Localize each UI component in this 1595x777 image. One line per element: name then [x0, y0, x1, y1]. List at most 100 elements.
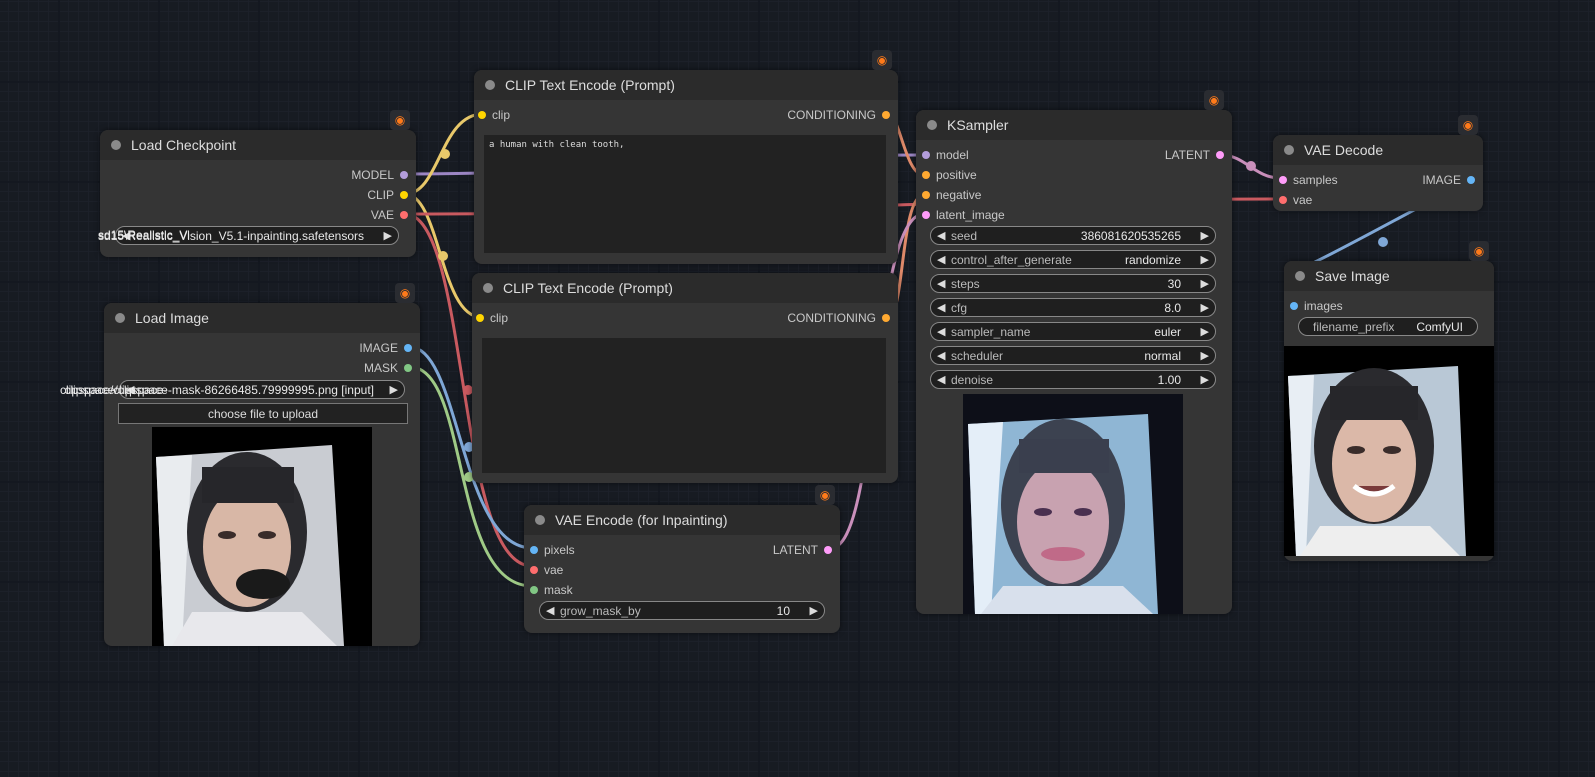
node-clip-text-encode-negative[interactable]: CLIP Text Encode (Prompt) clip CONDITION… [472, 273, 898, 483]
arrow-right-icon[interactable]: ▶ [384, 229, 392, 242]
collapse-dot-icon[interactable] [485, 80, 495, 90]
slot-dot-icon[interactable] [404, 344, 412, 352]
sampler-name-combo[interactable]: ◀ sampler_name euler ▶ [930, 322, 1216, 341]
input-negative[interactable]: negative [922, 187, 981, 203]
arrow-right-icon[interactable]: ▶ [1201, 253, 1209, 266]
slot-dot-icon[interactable] [922, 211, 930, 219]
input-pixels[interactable]: pixels [530, 542, 575, 558]
photo-portrait-icon [156, 445, 344, 646]
steps-number[interactable]: ◀ steps 30 ▶ [930, 274, 1216, 293]
collapse-dot-icon[interactable] [1284, 145, 1294, 155]
node-header[interactable]: Load Image [104, 303, 420, 333]
input-vae[interactable]: vae [530, 562, 563, 578]
input-samples[interactable]: samples [1279, 172, 1338, 188]
input-images[interactable]: images [1290, 298, 1343, 314]
arrow-left-icon[interactable]: ◀ [937, 349, 945, 362]
node-header[interactable]: CLIP Text Encode (Prompt) [472, 273, 898, 303]
arrow-right-icon[interactable]: ▶ [1201, 373, 1209, 386]
slot-dot-icon[interactable] [476, 314, 484, 322]
slot-dot-icon[interactable] [530, 566, 538, 574]
collapse-dot-icon[interactable] [535, 515, 545, 525]
slot-dot-icon[interactable] [922, 191, 930, 199]
output-latent[interactable]: LATENT [773, 542, 832, 558]
arrow-left-icon[interactable]: ◀ [546, 604, 554, 617]
collapse-dot-icon[interactable] [1295, 271, 1305, 281]
scheduler-combo[interactable]: ◀ scheduler normal ▶ [930, 346, 1216, 365]
output-latent[interactable]: LATENT [1165, 147, 1224, 163]
arrow-right-icon[interactable]: ▶ [810, 604, 818, 617]
input-clip[interactable]: clip [476, 310, 508, 326]
output-mask[interactable]: MASK [364, 360, 412, 376]
arrow-left-icon[interactable]: ◀ [937, 325, 945, 338]
arrow-right-icon[interactable]: ▶ [1201, 301, 1209, 314]
filename-prefix-text[interactable]: filename_prefix ComfyUI [1298, 317, 1478, 336]
collapse-dot-icon[interactable] [483, 283, 493, 293]
negative-prompt-textarea[interactable] [482, 338, 886, 473]
slot-dot-icon[interactable] [404, 364, 412, 372]
output-conditioning[interactable]: CONDITIONING [787, 310, 890, 326]
output-image[interactable]: IMAGE [1422, 172, 1475, 188]
slot-dot-icon[interactable] [882, 314, 890, 322]
collapse-dot-icon[interactable] [111, 140, 121, 150]
arrow-left-icon[interactable]: ◀ [937, 373, 945, 386]
slot-dot-icon[interactable] [1467, 176, 1475, 184]
node-clip-text-encode-positive[interactable]: CLIP Text Encode (Prompt) clip CONDITION… [474, 70, 898, 264]
fox-badge-icon: ◉ [395, 283, 415, 303]
denoise-number[interactable]: ◀ denoise 1.00 ▶ [930, 370, 1216, 389]
node-header[interactable]: CLIP Text Encode (Prompt) [474, 70, 898, 100]
slot-dot-icon[interactable] [1279, 196, 1287, 204]
arrow-left-icon[interactable]: ◀ [937, 301, 945, 314]
slot-dot-icon[interactable] [400, 211, 408, 219]
slot-dot-icon[interactable] [922, 151, 930, 159]
input-model[interactable]: model [922, 147, 969, 163]
arrow-left-icon[interactable]: ◀ [937, 229, 945, 242]
node-vae-decode[interactable]: VAE Decode samples vae IMAGE [1273, 135, 1483, 211]
slot-dot-icon[interactable] [478, 111, 486, 119]
arrow-right-icon[interactable]: ▶ [1201, 277, 1209, 290]
node-vae-encode-inpainting[interactable]: VAE Encode (for Inpainting) pixels vae m… [524, 505, 840, 633]
control-after-generate-combo[interactable]: ◀ control_after_generate randomize ▶ [930, 250, 1216, 269]
slot-dot-icon[interactable] [530, 586, 538, 594]
arrow-left-icon[interactable]: ◀ [937, 277, 945, 290]
slot-dot-icon[interactable] [400, 171, 408, 179]
arrow-right-icon[interactable]: ▶ [1201, 229, 1209, 242]
output-vae[interactable]: VAE [371, 207, 408, 223]
slot-dot-icon[interactable] [530, 546, 538, 554]
arrow-right-icon[interactable]: ▶ [1201, 349, 1209, 362]
seed-number[interactable]: ◀ seed 386081620535265 ▶ [930, 226, 1216, 245]
fox-badge-icon: ◉ [390, 110, 410, 130]
node-header[interactable]: KSampler [916, 110, 1232, 140]
slot-dot-icon[interactable] [400, 191, 408, 199]
collapse-dot-icon[interactable] [115, 313, 125, 323]
input-mask[interactable]: mask [530, 582, 573, 598]
slot-dot-icon[interactable] [824, 546, 832, 554]
slot-dot-icon[interactable] [1290, 302, 1298, 310]
grow-mask-by-number[interactable]: ◀ grow_mask_by 10 ▶ [539, 601, 825, 620]
output-clip[interactable]: CLIP [367, 187, 408, 203]
input-clip[interactable]: clip [478, 107, 510, 123]
upload-button[interactable]: choose file to upload [118, 403, 408, 424]
input-vae[interactable]: vae [1279, 192, 1312, 208]
node-header[interactable]: VAE Encode (for Inpainting) [524, 505, 840, 535]
node-header[interactable]: Load Checkpoint [100, 130, 416, 160]
node-header[interactable]: Save Image [1284, 261, 1494, 291]
arrow-left-icon[interactable]: ◀ [937, 253, 945, 266]
prompt-textarea[interactable]: a human with clean tooth, [484, 135, 886, 253]
output-conditioning[interactable]: CONDITIONING [787, 107, 890, 123]
output-image[interactable]: IMAGE [359, 340, 412, 356]
slot-dot-icon[interactable] [1216, 151, 1224, 159]
cfg-number[interactable]: ◀ cfg 8.0 ▶ [930, 298, 1216, 317]
input-positive[interactable]: positive [922, 167, 977, 183]
input-latent-image[interactable]: latent_image [922, 207, 1005, 223]
arrow-right-icon[interactable]: ▶ [390, 383, 398, 396]
arrow-right-icon[interactable]: ▶ [1201, 325, 1209, 338]
collapse-dot-icon[interactable] [927, 120, 937, 130]
slot-dot-icon[interactable] [882, 111, 890, 119]
slot-dot-icon[interactable] [922, 171, 930, 179]
node-header[interactable]: VAE Decode [1273, 135, 1483, 165]
node-load-image[interactable]: Load Image IMAGE MASK ◀ clipspace/clipsp… [64, 303, 420, 646]
slot-dot-icon[interactable] [1279, 176, 1287, 184]
node-save-image[interactable]: Save Image images filename_prefix ComfyU… [1284, 261, 1494, 561]
node-ksampler[interactable]: KSampler model positive negative latent_… [916, 110, 1232, 614]
output-model[interactable]: MODEL [351, 167, 408, 183]
